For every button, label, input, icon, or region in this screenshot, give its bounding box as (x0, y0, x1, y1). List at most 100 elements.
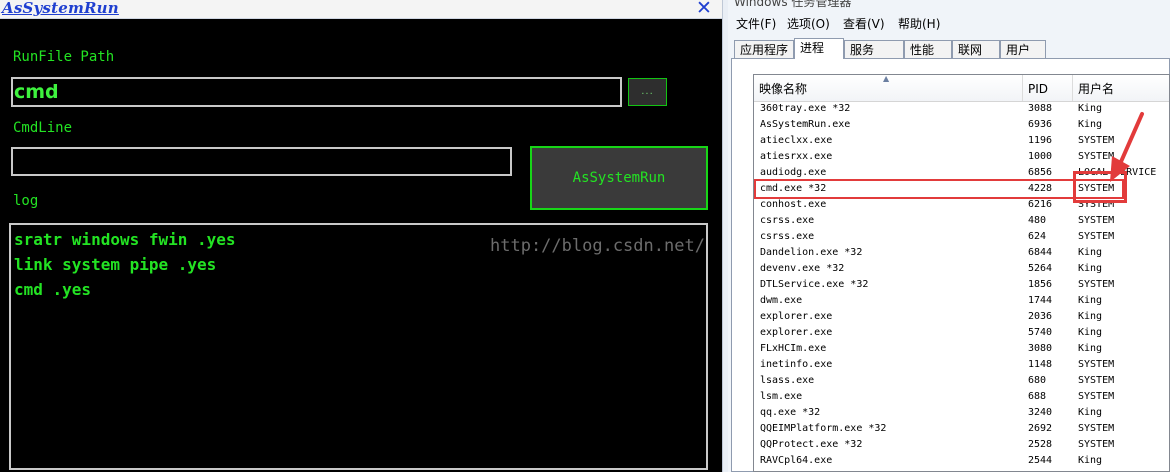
assystemrun-button[interactable]: AsSystemRun (530, 146, 708, 210)
cmdline-input[interactable] (11, 147, 512, 176)
browse-button[interactable]: ... (628, 78, 667, 106)
process-row[interactable]: QQEIMPlatform.exe *32 2692 SYSTEM (754, 421, 1169, 437)
process-pid: 2692 (1028, 423, 1053, 434)
menu-file[interactable]: 文件(F) (736, 15, 776, 32)
process-row[interactable]: explorer.exe 2036 King (754, 309, 1169, 325)
process-pid: 5740 (1028, 327, 1053, 338)
process-row[interactable]: lsass.exe 680 SYSTEM (754, 373, 1169, 389)
process-user: SYSTEM (1078, 439, 1115, 450)
process-name: devenv.exe *32 (760, 263, 845, 274)
process-name: atieclxx.exe (760, 135, 833, 146)
process-name: 360tray.exe *32 (760, 103, 851, 114)
log-line: cmd .yes (14, 280, 92, 299)
process-user: King (1078, 119, 1103, 130)
process-pid: 1856 (1028, 279, 1053, 290)
menu-bar: 文件(F) 选项(O) 查看(V) 帮助(H) (728, 12, 1170, 32)
column-pid[interactable]: PID (1023, 75, 1073, 101)
process-user: SYSTEM (1078, 391, 1115, 402)
process-pid: 1148 (1028, 359, 1053, 370)
process-user: SYSTEM (1078, 375, 1115, 386)
process-name: QQEIMPlatform.exe *32 (760, 423, 887, 434)
column-user-name[interactable]: 用户名 (1073, 75, 1169, 101)
process-pid: 624 (1028, 231, 1047, 242)
process-user: King (1078, 343, 1103, 354)
process-row[interactable]: qq.exe *32 3240 King (754, 405, 1169, 421)
title-bar: AsSystemRun ✕ (0, 0, 722, 19)
process-pid: 2528 (1028, 439, 1053, 450)
process-row[interactable]: csrss.exe 624 SYSTEM (754, 229, 1169, 245)
process-pid: 3240 (1028, 407, 1053, 418)
process-name: RAVCpl64.exe (760, 455, 833, 466)
runfile-path-input[interactable]: cmd (11, 77, 622, 107)
tab-networking[interactable]: 联网 (952, 40, 1000, 58)
process-name: DTLService.exe *32 (760, 279, 869, 290)
process-name: lsm.exe (760, 391, 803, 402)
process-row[interactable]: QQProtect.exe *32 2528 SYSTEM (754, 437, 1169, 453)
column-image-name[interactable]: 映像名称 (754, 75, 1023, 101)
task-manager-title: Windows 任务管理器 (734, 0, 852, 9)
highlight-box-cmd-row (754, 179, 1124, 199)
process-row[interactable]: lsm.exe 688 SYSTEM (754, 389, 1169, 405)
process-row[interactable]: DTLService.exe *32 1856 SYSTEM (754, 277, 1169, 293)
process-row[interactable]: csrss.exe 480 SYSTEM (754, 213, 1169, 229)
process-pid: 688 (1028, 391, 1047, 402)
tab-performance[interactable]: 性能 (904, 40, 952, 58)
process-name: csrss.exe (760, 215, 815, 226)
process-name: csrss.exe (760, 231, 815, 242)
process-pid: 680 (1028, 375, 1047, 386)
process-pid: 480 (1028, 215, 1047, 226)
process-user: King (1078, 247, 1103, 258)
process-name: qq.exe *32 (760, 407, 821, 418)
runfile-path-label: RunFile Path (13, 49, 115, 65)
process-pid: 5264 (1028, 263, 1053, 274)
process-user: King (1078, 327, 1103, 338)
process-row[interactable]: inetinfo.exe 1148 SYSTEM (754, 357, 1169, 373)
process-pid: 1000 (1028, 151, 1053, 162)
process-row[interactable]: explorer.exe 5740 King (754, 325, 1169, 341)
process-user: SYSTEM (1078, 215, 1115, 226)
process-pid: 6936 (1028, 119, 1053, 130)
process-pid: 3088 (1028, 103, 1053, 114)
process-row[interactable]: FLxHCIm.exe 3080 King (754, 341, 1169, 357)
process-row[interactable]: RAVCpl64.exe 2544 King (754, 453, 1169, 469)
process-name: explorer.exe (760, 311, 833, 322)
process-name: Dandelion.exe *32 (760, 247, 863, 258)
process-pid: 1744 (1028, 295, 1053, 306)
tab-processes[interactable]: 进程 (794, 38, 844, 59)
process-user: King (1078, 103, 1103, 114)
menu-options[interactable]: 选项(O) (787, 15, 830, 32)
process-pid: 6216 (1028, 199, 1053, 210)
watermark-text: http://blog.csdn.net/ (490, 236, 705, 256)
assystemrun-window: AsSystemRun ✕ RunFile Path cmd ... CmdLi… (0, 0, 722, 472)
process-name: QQProtect.exe *32 (760, 439, 863, 450)
process-name: explorer.exe (760, 327, 833, 338)
process-row[interactable]: Dandelion.exe *32 6844 King (754, 245, 1169, 261)
process-name: FLxHCIm.exe (760, 343, 827, 354)
process-row[interactable]: dwm.exe 1744 King (754, 293, 1169, 309)
cmdline-label: CmdLine (13, 120, 73, 136)
process-name: lsass.exe (760, 375, 815, 386)
red-arrow-icon (1110, 112, 1144, 182)
process-user: SYSTEM (1078, 279, 1115, 290)
tab-applications[interactable]: 应用程序 (734, 40, 794, 58)
process-name: atiesrxx.exe (760, 151, 833, 162)
process-pid: 3080 (1028, 343, 1053, 354)
process-pid: 6844 (1028, 247, 1053, 258)
process-user: King (1078, 311, 1103, 322)
menu-help[interactable]: 帮助(H) (898, 15, 940, 32)
process-user: SYSTEM (1078, 231, 1115, 242)
close-icon[interactable]: ✕ (693, 0, 715, 19)
process-user: SYSTEM (1078, 359, 1115, 370)
tab-users[interactable]: 用户 (1000, 40, 1046, 58)
tab-services[interactable]: 服务 (844, 40, 904, 58)
process-name: inetinfo.exe (760, 359, 833, 370)
process-user: King (1078, 263, 1103, 274)
process-pid: 2544 (1028, 455, 1053, 466)
process-user: SYSTEM (1078, 423, 1115, 434)
tab-bar: 应用程序 进程 服务 性能 联网 用户 (728, 38, 1170, 59)
process-user: King (1078, 407, 1103, 418)
log-line: sratr windows fwin .yes (14, 230, 236, 249)
menu-view[interactable]: 查看(V) (843, 15, 885, 32)
log-line: link system pipe .yes (14, 255, 217, 274)
process-row[interactable]: devenv.exe *32 5264 King (754, 261, 1169, 277)
